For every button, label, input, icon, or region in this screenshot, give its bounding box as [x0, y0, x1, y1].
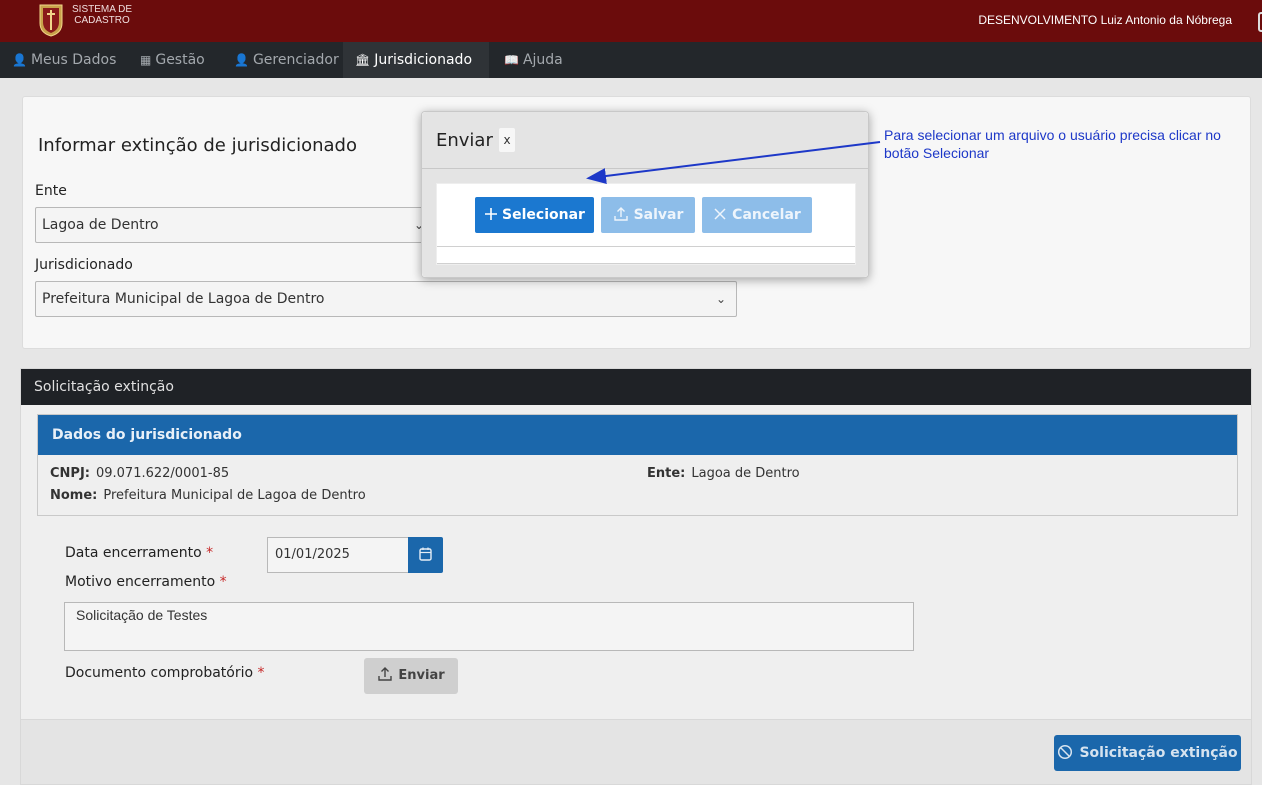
- motivo-encerramento-textarea[interactable]: Solicitação de Testes: [64, 602, 914, 651]
- logo-icon[interactable]: [38, 3, 64, 37]
- page-title: Informar extinção de jurisdicionado: [38, 135, 357, 156]
- required-mark: *: [219, 574, 227, 590]
- nav-label: Jurisdicionado: [374, 52, 473, 68]
- solicitacao-extincao-button[interactable]: Solicitação extinção: [1054, 735, 1241, 771]
- logo-text: SISTEMA DE CADASTRO: [72, 4, 132, 26]
- bank-icon: 🏛: [355, 53, 371, 67]
- logo-text-line2: CADASTRO: [74, 15, 130, 26]
- modal-header: Enviar x: [422, 112, 868, 169]
- ente-info-value: Lagoa de Dentro: [691, 466, 800, 481]
- data-label-text: Data encerramento: [65, 545, 202, 561]
- jurisdicionado-select-value: Prefeitura Municipal de Lagoa de Dentro: [42, 291, 325, 307]
- upload-progress: [437, 246, 855, 264]
- required-mark: *: [206, 545, 214, 561]
- annotation-text: Para selecionar um arquivo o usuário pre…: [884, 127, 1221, 161]
- main-nav: 👤 Meus Dados ▦ Gestão 👤 Gerenciador 🏛 Jurisd…: [0, 42, 1262, 78]
- footer-actions: Solicitação extinção: [20, 720, 1252, 785]
- salvar-label: Salvar: [633, 207, 684, 223]
- ente-info-label: Ente:: [647, 466, 686, 481]
- close-icon: [714, 208, 726, 220]
- calendar-icon: ▦: [140, 53, 152, 67]
- section-header: Solicitação extinção: [21, 369, 1251, 405]
- enviar-label: Enviar: [398, 668, 445, 683]
- user-icon: 👤: [234, 53, 249, 67]
- nav-item-jurisdicionado[interactable]: 🏛 Jurisdicionado: [343, 42, 489, 78]
- dados-jurisdicionado-panel: Dados do jurisdicionado CNPJ: 09.071.622/…: [37, 414, 1238, 516]
- documento-comprobatorio-label: Documento comprobatório *: [65, 665, 265, 681]
- nome-value: Prefeitura Municipal de Lagoa de Dentro: [103, 488, 366, 503]
- cnpj-value: 09.071.622/0001-85: [95, 466, 230, 481]
- logout-icon[interactable]: [1258, 12, 1262, 32]
- jurisdicionado-select[interactable]: Prefeitura Municipal de Lagoa de Dentro …: [35, 281, 737, 317]
- salvar-button[interactable]: Salvar: [601, 197, 695, 233]
- upload-icon: [613, 207, 628, 221]
- nav-item-meus-dados[interactable]: 👤 Meus Dados: [0, 42, 128, 78]
- cnpj-row: CNPJ: 09.071.622/0001-85: [50, 466, 229, 481]
- upload-icon: [378, 667, 393, 681]
- solicitacao-extincao-section: Solicitação extinção Dados do jurisdicio…: [20, 368, 1252, 720]
- nome-label: Nome:: [50, 488, 98, 503]
- nav-label: Gerenciador: [252, 52, 339, 68]
- cnpj-label: CNPJ:: [50, 466, 90, 481]
- ente-select-value: Lagoa de Dentro: [42, 217, 159, 233]
- user-name[interactable]: DESENVOLVIMENTO Luiz Antonio da Nóbrega: [978, 13, 1232, 27]
- cancelar-label: Cancelar: [732, 207, 801, 223]
- user-icon: 👤: [12, 53, 27, 67]
- chevron-down-icon: ⌄: [715, 292, 726, 306]
- data-encerramento-label: Data encerramento *: [65, 545, 213, 561]
- close-button[interactable]: x: [499, 128, 515, 152]
- ente-row: Ente: Lagoa de Dentro: [647, 466, 800, 481]
- enviar-modal: Enviar x Selecionar Salvar Cancelar: [421, 111, 869, 278]
- file-upload-area: Selecionar Salvar Cancelar: [436, 183, 856, 265]
- submit-label: Solicitação extinção: [1079, 745, 1238, 761]
- enviar-button[interactable]: Enviar: [364, 658, 458, 694]
- book-icon: 📖: [504, 53, 519, 67]
- nav-label: Meus Dados: [30, 52, 117, 68]
- calendar-icon: [419, 547, 432, 561]
- motivo-encerramento-label: Motivo encerramento *: [65, 574, 227, 590]
- selecionar-button[interactable]: Selecionar: [475, 197, 594, 233]
- data-encerramento-input[interactable]: 01/01/2025: [267, 537, 409, 573]
- modal-title: Enviar: [436, 130, 493, 151]
- selecionar-label: Selecionar: [502, 207, 585, 223]
- required-mark: *: [257, 665, 265, 681]
- logo-text-line1: SISTEMA DE: [72, 4, 133, 15]
- modal-body: Selecionar Salvar Cancelar: [422, 169, 868, 277]
- plus-icon: [485, 208, 498, 220]
- ente-select[interactable]: Lagoa de Dentro ⌄: [35, 207, 435, 243]
- ente-label: Ente: [35, 183, 67, 199]
- nav-item-gerenciador[interactable]: 👤 Gerenciador: [222, 42, 351, 78]
- jurisdicionado-label: Jurisdicionado: [35, 257, 133, 273]
- nav-item-ajuda[interactable]: 📖 Ajuda: [492, 42, 575, 78]
- cancelar-button[interactable]: Cancelar: [702, 197, 812, 233]
- nome-row: Nome: Prefeitura Municipal de Lagoa de De…: [50, 488, 366, 503]
- documento-label-text: Documento comprobatório: [65, 665, 254, 681]
- nav-label: Gestão: [155, 52, 205, 68]
- calendar-button[interactable]: [408, 537, 443, 573]
- nav-item-gestao[interactable]: ▦ Gestão: [128, 42, 217, 78]
- nav-label: Ajuda: [522, 52, 563, 68]
- top-header: SISTEMA DE CADASTRO DESENVOLVIMENTO Luiz…: [0, 0, 1262, 42]
- dados-header: Dados do jurisdicionado: [38, 415, 1237, 455]
- motivo-label-text: Motivo encerramento: [65, 574, 216, 590]
- ban-icon: [1058, 744, 1073, 760]
